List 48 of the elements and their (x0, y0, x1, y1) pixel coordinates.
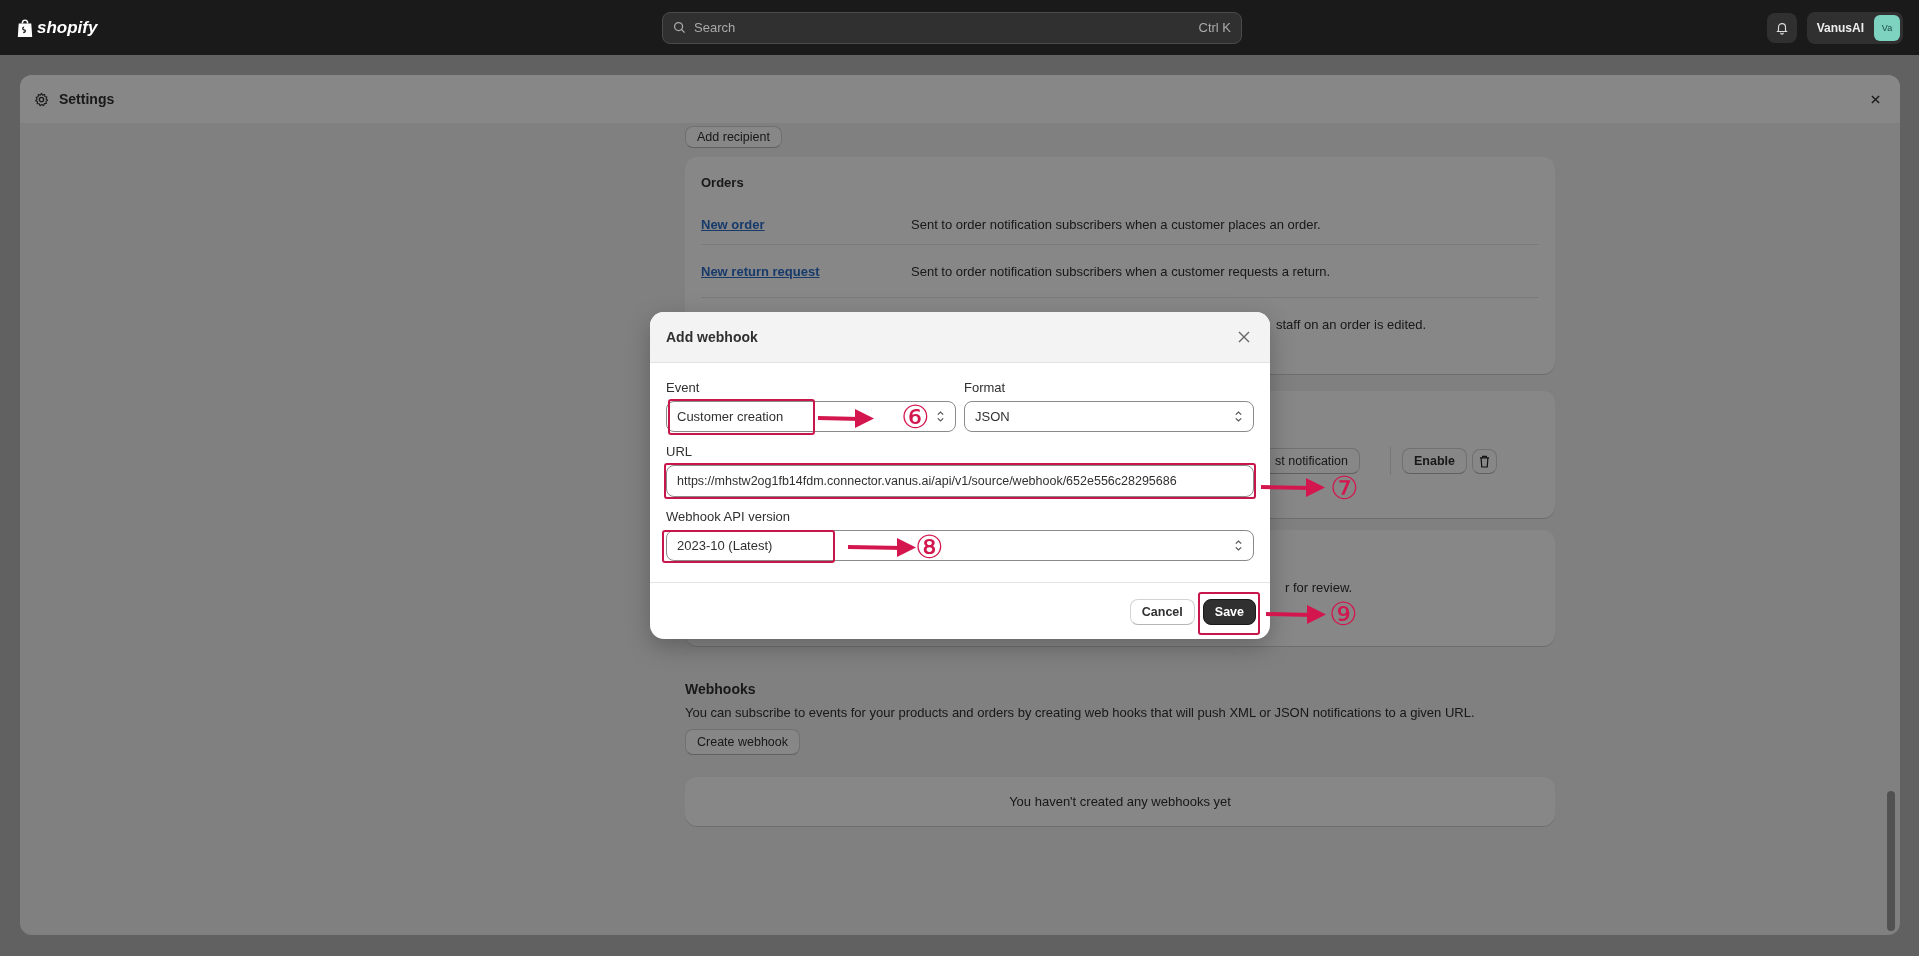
settings-icon (34, 91, 49, 107)
close-icon (1238, 331, 1250, 343)
enable-button[interactable]: Enable (1402, 448, 1467, 474)
step-number: ⑥ (901, 400, 930, 434)
chevron-up-down-icon (1234, 539, 1243, 552)
close-icon (1870, 94, 1880, 104)
field-label: Format (964, 380, 1006, 395)
section-title: Webhooks (685, 681, 756, 697)
avatar: Va (1874, 14, 1900, 41)
notification-description: Sent to order notification subscribers when a customer places an order. (911, 216, 1321, 232)
search-input[interactable]: Search (692, 19, 1193, 36)
arrow-icon (817, 407, 875, 429)
step-number: ⑦ (1330, 471, 1359, 505)
arrow-icon (847, 536, 917, 558)
event-select[interactable]: Customer creation ⑥ (666, 401, 956, 432)
field-label: Webhook API version (666, 509, 791, 524)
arrow-icon (1260, 476, 1326, 498)
field-label: Event (666, 380, 700, 395)
add-recipient-button[interactable]: Add recipient (685, 126, 782, 148)
save-button[interactable]: Save (1202, 599, 1256, 625)
arrow-icon (1264, 603, 1327, 625)
empty-state-text: You haven't created any webhooks yet (1009, 794, 1231, 809)
search-field[interactable]: Search Ctrl K (662, 11, 1242, 44)
dialog-title: Add webhook (666, 329, 758, 345)
format-select[interactable]: JSON (964, 401, 1254, 432)
step-number: ⑧ (915, 530, 944, 564)
delete-button[interactable] (1472, 448, 1497, 474)
shopping-bag-icon (16, 17, 34, 38)
cancel-button[interactable]: Cancel (1129, 599, 1195, 625)
search-icon (673, 21, 686, 34)
account-button[interactable]: VanusAI Va (1806, 11, 1903, 44)
field-label: URL (666, 444, 692, 459)
trash-icon (1479, 454, 1490, 468)
highlight-box (1197, 592, 1260, 635)
step-number: ⑨ (1328, 597, 1358, 631)
bell-icon (1774, 20, 1789, 35)
shortcut-hint: Ctrl K (1198, 20, 1231, 35)
panel-title: Settings (59, 91, 115, 107)
notification-description: Sent to order notification subscribers when a customer requests a return. (911, 263, 1331, 279)
create-webhook-button[interactable]: Create webhook (685, 729, 801, 755)
notifications-button[interactable] (1766, 12, 1797, 43)
card-title: Orders (701, 175, 745, 190)
card-text: r for review. (1285, 580, 1353, 595)
chevron-up-down-icon (1234, 410, 1243, 423)
notification-description: staff on an order is edited. (1275, 316, 1427, 332)
section-description: You can subscribe to events for your products and orders by creating web hooks that will push XML or JSON notifications to a given URL. (685, 705, 1475, 720)
logo-text: shopify (37, 17, 98, 38)
chevron-up-down-icon (936, 410, 945, 423)
